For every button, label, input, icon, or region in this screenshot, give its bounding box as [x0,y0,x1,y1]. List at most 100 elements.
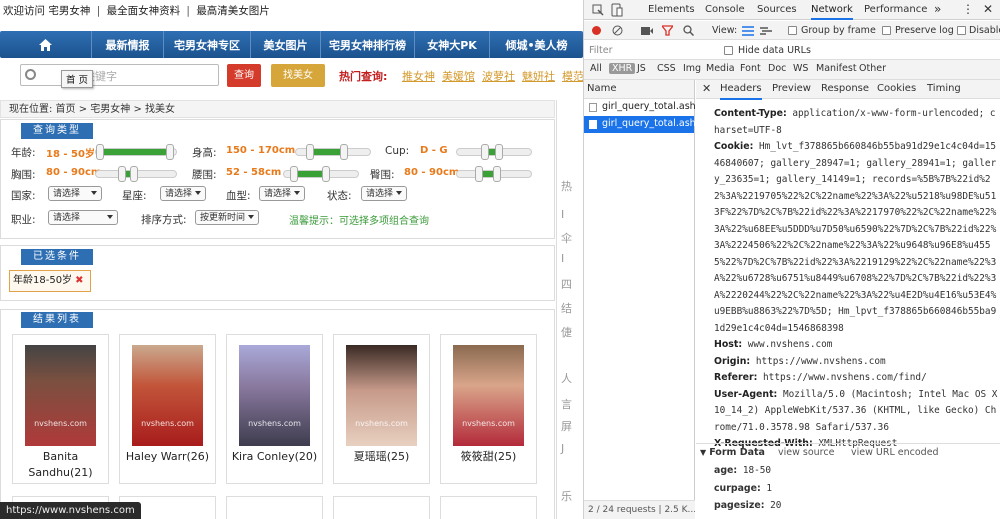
waist-value: 52 - 58cm [226,167,282,178]
request-row[interactable]: girl_query_total.ashx [584,99,701,116]
header-row: Origin: https://www.nvshens.com [714,354,999,371]
screenshot-icon[interactable] [641,26,653,36]
nav-item-pk[interactable]: 女神大PK [415,31,490,58]
job-select[interactable]: 请选择 [48,210,118,225]
result-name[interactable]: 夏瑶瑶(25) [334,449,429,465]
sidebar-char: 屏 [561,420,572,433]
result-photo[interactable]: nvshens.com [453,345,524,446]
tab-elements[interactable]: Elements [648,0,695,20]
nav-item-pictures[interactable]: 美女图片 [251,31,321,58]
blood-select[interactable]: 请选择 [259,186,305,201]
hot-link[interactable]: 魅妍社 [522,68,555,84]
filter-input[interactable]: Filter [589,45,613,56]
hot-link[interactable]: 美媛馆 [442,68,475,84]
tab-cookies[interactable]: Cookies [877,80,916,98]
link-hd-pictures[interactable]: 最高清美女图片 [196,5,270,17]
star-select[interactable]: 请选择 [160,186,206,201]
filter-font[interactable]: Font [740,63,761,74]
result-card[interactable] [440,496,537,519]
find-beauty-button[interactable]: 找美女 [271,64,325,87]
home-button[interactable] [0,31,92,58]
result-card[interactable]: nvshens.com Banita Sandhu(21) [12,334,109,484]
filter-icon[interactable] [662,25,673,36]
tab-network[interactable]: Network [811,0,853,20]
close-icon[interactable]: ✕ [702,80,711,98]
close-icon[interactable]: ✖ [75,275,83,286]
tab-performance[interactable]: Performance [864,0,927,20]
nav-item-beauty[interactable]: 倾城•美人榜 [490,31,583,58]
search-input[interactable]: 称关键字 首 页 [20,64,219,88]
country-select[interactable]: 请选择 [48,186,102,201]
filter-manifest[interactable]: Manifest [816,63,857,74]
link-all-info[interactable]: 最全面女神资料 [107,5,181,17]
filter-js[interactable]: JS [637,63,646,74]
result-photo[interactable]: nvshens.com [132,345,203,446]
filter-doc[interactable]: Doc [768,63,786,74]
tab-headers[interactable]: Headers [720,80,762,100]
group-by-frame-checkbox[interactable] [788,26,797,35]
tab-sources[interactable]: Sources [757,0,797,20]
filter-xhr[interactable]: XHR [609,63,636,74]
filter-other[interactable]: Other [859,63,886,74]
more-options-icon[interactable]: ⋮ [962,0,974,20]
cup-slider[interactable] [456,144,532,160]
tab-preview[interactable]: Preview [772,80,811,98]
nav-item-news[interactable]: 最新情报 [92,31,164,58]
result-name[interactable]: Haley Warr(26) [120,449,215,465]
result-name[interactable]: Banita Sandhu(21) [13,449,108,481]
view-source-link[interactable]: view source [778,447,834,458]
tab-response[interactable]: Response [821,80,869,98]
nav-item-zone[interactable]: 宅男女神专区 [164,31,251,58]
result-card[interactable]: nvshens.com Kira Conley(20) [226,334,323,484]
request-row-selected[interactable]: girl_query_total.ashx [584,116,701,133]
height-slider[interactable] [295,144,371,160]
result-photo[interactable]: nvshens.com [25,345,96,446]
request-detail: ✕ Headers Preview Response Cookies Timin… [696,80,1000,519]
filter-media[interactable]: Media [706,63,735,74]
waist-slider[interactable] [283,166,359,182]
close-icon[interactable]: ✕ [983,0,993,20]
search-button[interactable]: 查询 [227,64,261,87]
hide-data-urls-checkbox[interactable] [724,46,733,55]
hip-slider[interactable] [456,166,532,182]
record-icon[interactable] [592,26,601,35]
sort-select[interactable]: 按更新时间 [195,210,259,225]
more-tabs-icon[interactable]: » [934,0,941,20]
result-photo[interactable]: nvshens.com [346,345,417,446]
search-icon[interactable] [683,25,694,36]
bust-slider[interactable] [95,166,177,182]
home-tooltip: 首 页 [61,70,94,88]
clear-icon[interactable] [612,25,623,36]
filter-ws[interactable]: WS [793,63,808,74]
nav-item-ranking[interactable]: 宅男女神排行榜 [321,31,415,58]
filter-img[interactable]: Img [683,63,701,74]
hot-link[interactable]: 推女神 [402,68,435,84]
age-slider[interactable] [95,144,177,160]
filter-css[interactable]: CSS [657,63,676,74]
result-card[interactable] [333,496,430,519]
hot-link[interactable]: 模范 [562,68,583,84]
result-name[interactable]: Kira Conley(20) [227,449,322,465]
large-rows-icon[interactable] [742,26,754,36]
selected-chip[interactable]: 年龄18-50岁 ✖ [9,270,91,292]
result-photo[interactable]: nvshens.com [239,345,310,446]
state-select[interactable]: 请选择 [361,186,407,201]
disable-cache-checkbox[interactable] [957,26,966,35]
inspect-icon[interactable] [592,4,604,16]
device-toggle-icon[interactable] [611,3,623,17]
result-card[interactable] [226,496,323,519]
view-url-encoded-link[interactable]: view URL encoded [851,447,939,458]
tab-console[interactable]: Console [705,0,745,20]
hot-link[interactable]: 波萝社 [482,68,515,84]
result-name[interactable]: 筱筱甜(25) [441,449,536,465]
filter-all[interactable]: All [590,63,602,74]
name-column-header[interactable]: Name [584,80,694,99]
preserve-log-checkbox[interactable] [882,26,891,35]
tab-timing[interactable]: Timing [927,80,961,98]
form-value: 1 [766,482,773,494]
result-card[interactable]: nvshens.com 筱筱甜(25) [440,334,537,484]
form-data-header[interactable]: ▼ Form Data view source view URL encoded [696,444,1000,462]
result-card[interactable]: nvshens.com Haley Warr(26) [119,334,216,484]
overview-icon[interactable] [760,26,772,36]
result-card[interactable]: nvshens.com 夏瑶瑶(25) [333,334,430,484]
